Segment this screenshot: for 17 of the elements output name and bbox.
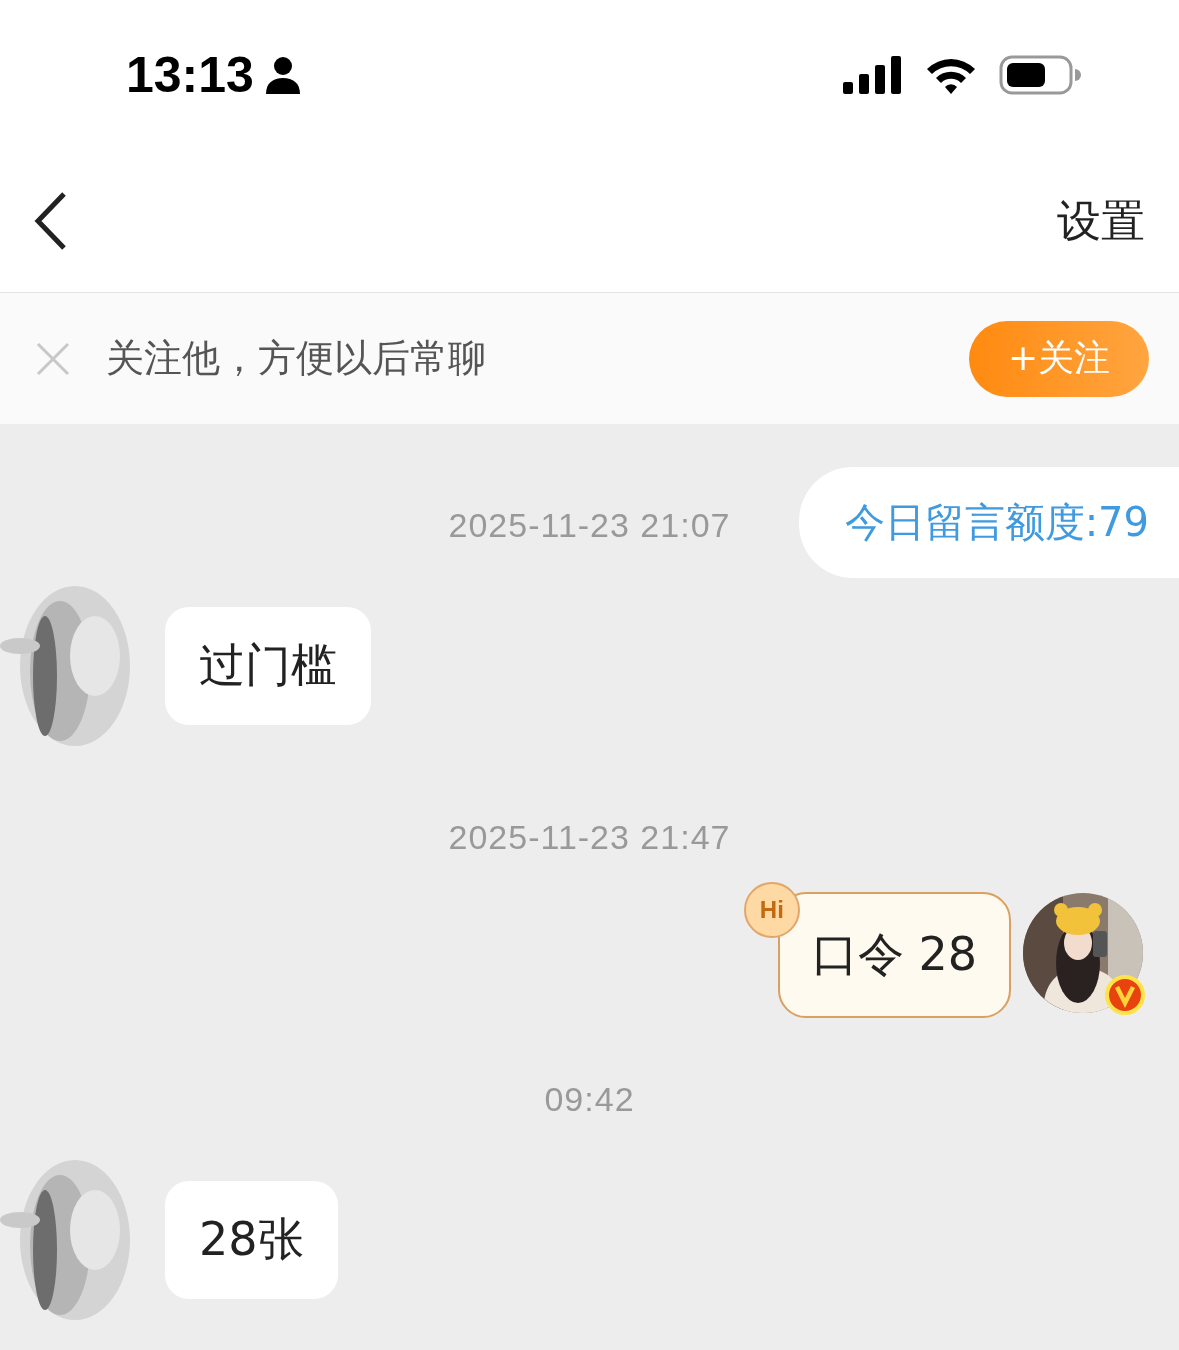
follow-prompt: 关注他，方便以后常聊 <box>106 335 487 382</box>
clock: 13:13 <box>126 46 254 104</box>
settings-button[interactable]: 设置 <box>1057 191 1145 251</box>
hi-badge: Hi <box>743 882 800 938</box>
timestamp: 2025-11-23 21:47 <box>448 817 731 857</box>
timestamp: 2025-11-23 21:07 <box>448 505 731 545</box>
person-icon <box>265 56 300 94</box>
verified-badge-icon <box>1105 975 1145 1015</box>
signal-icon <box>843 56 903 94</box>
message-bubble: 过门槛 <box>165 607 371 725</box>
quota-label: 今日留言额度:79 <box>798 467 1179 578</box>
battery-icon <box>999 55 1081 95</box>
wifi-icon <box>925 56 977 94</box>
back-button[interactable] <box>34 191 68 251</box>
back-icon <box>34 191 68 251</box>
message-bubble: 28张 <box>165 1181 338 1299</box>
timestamp: 09:42 <box>544 1079 635 1119</box>
